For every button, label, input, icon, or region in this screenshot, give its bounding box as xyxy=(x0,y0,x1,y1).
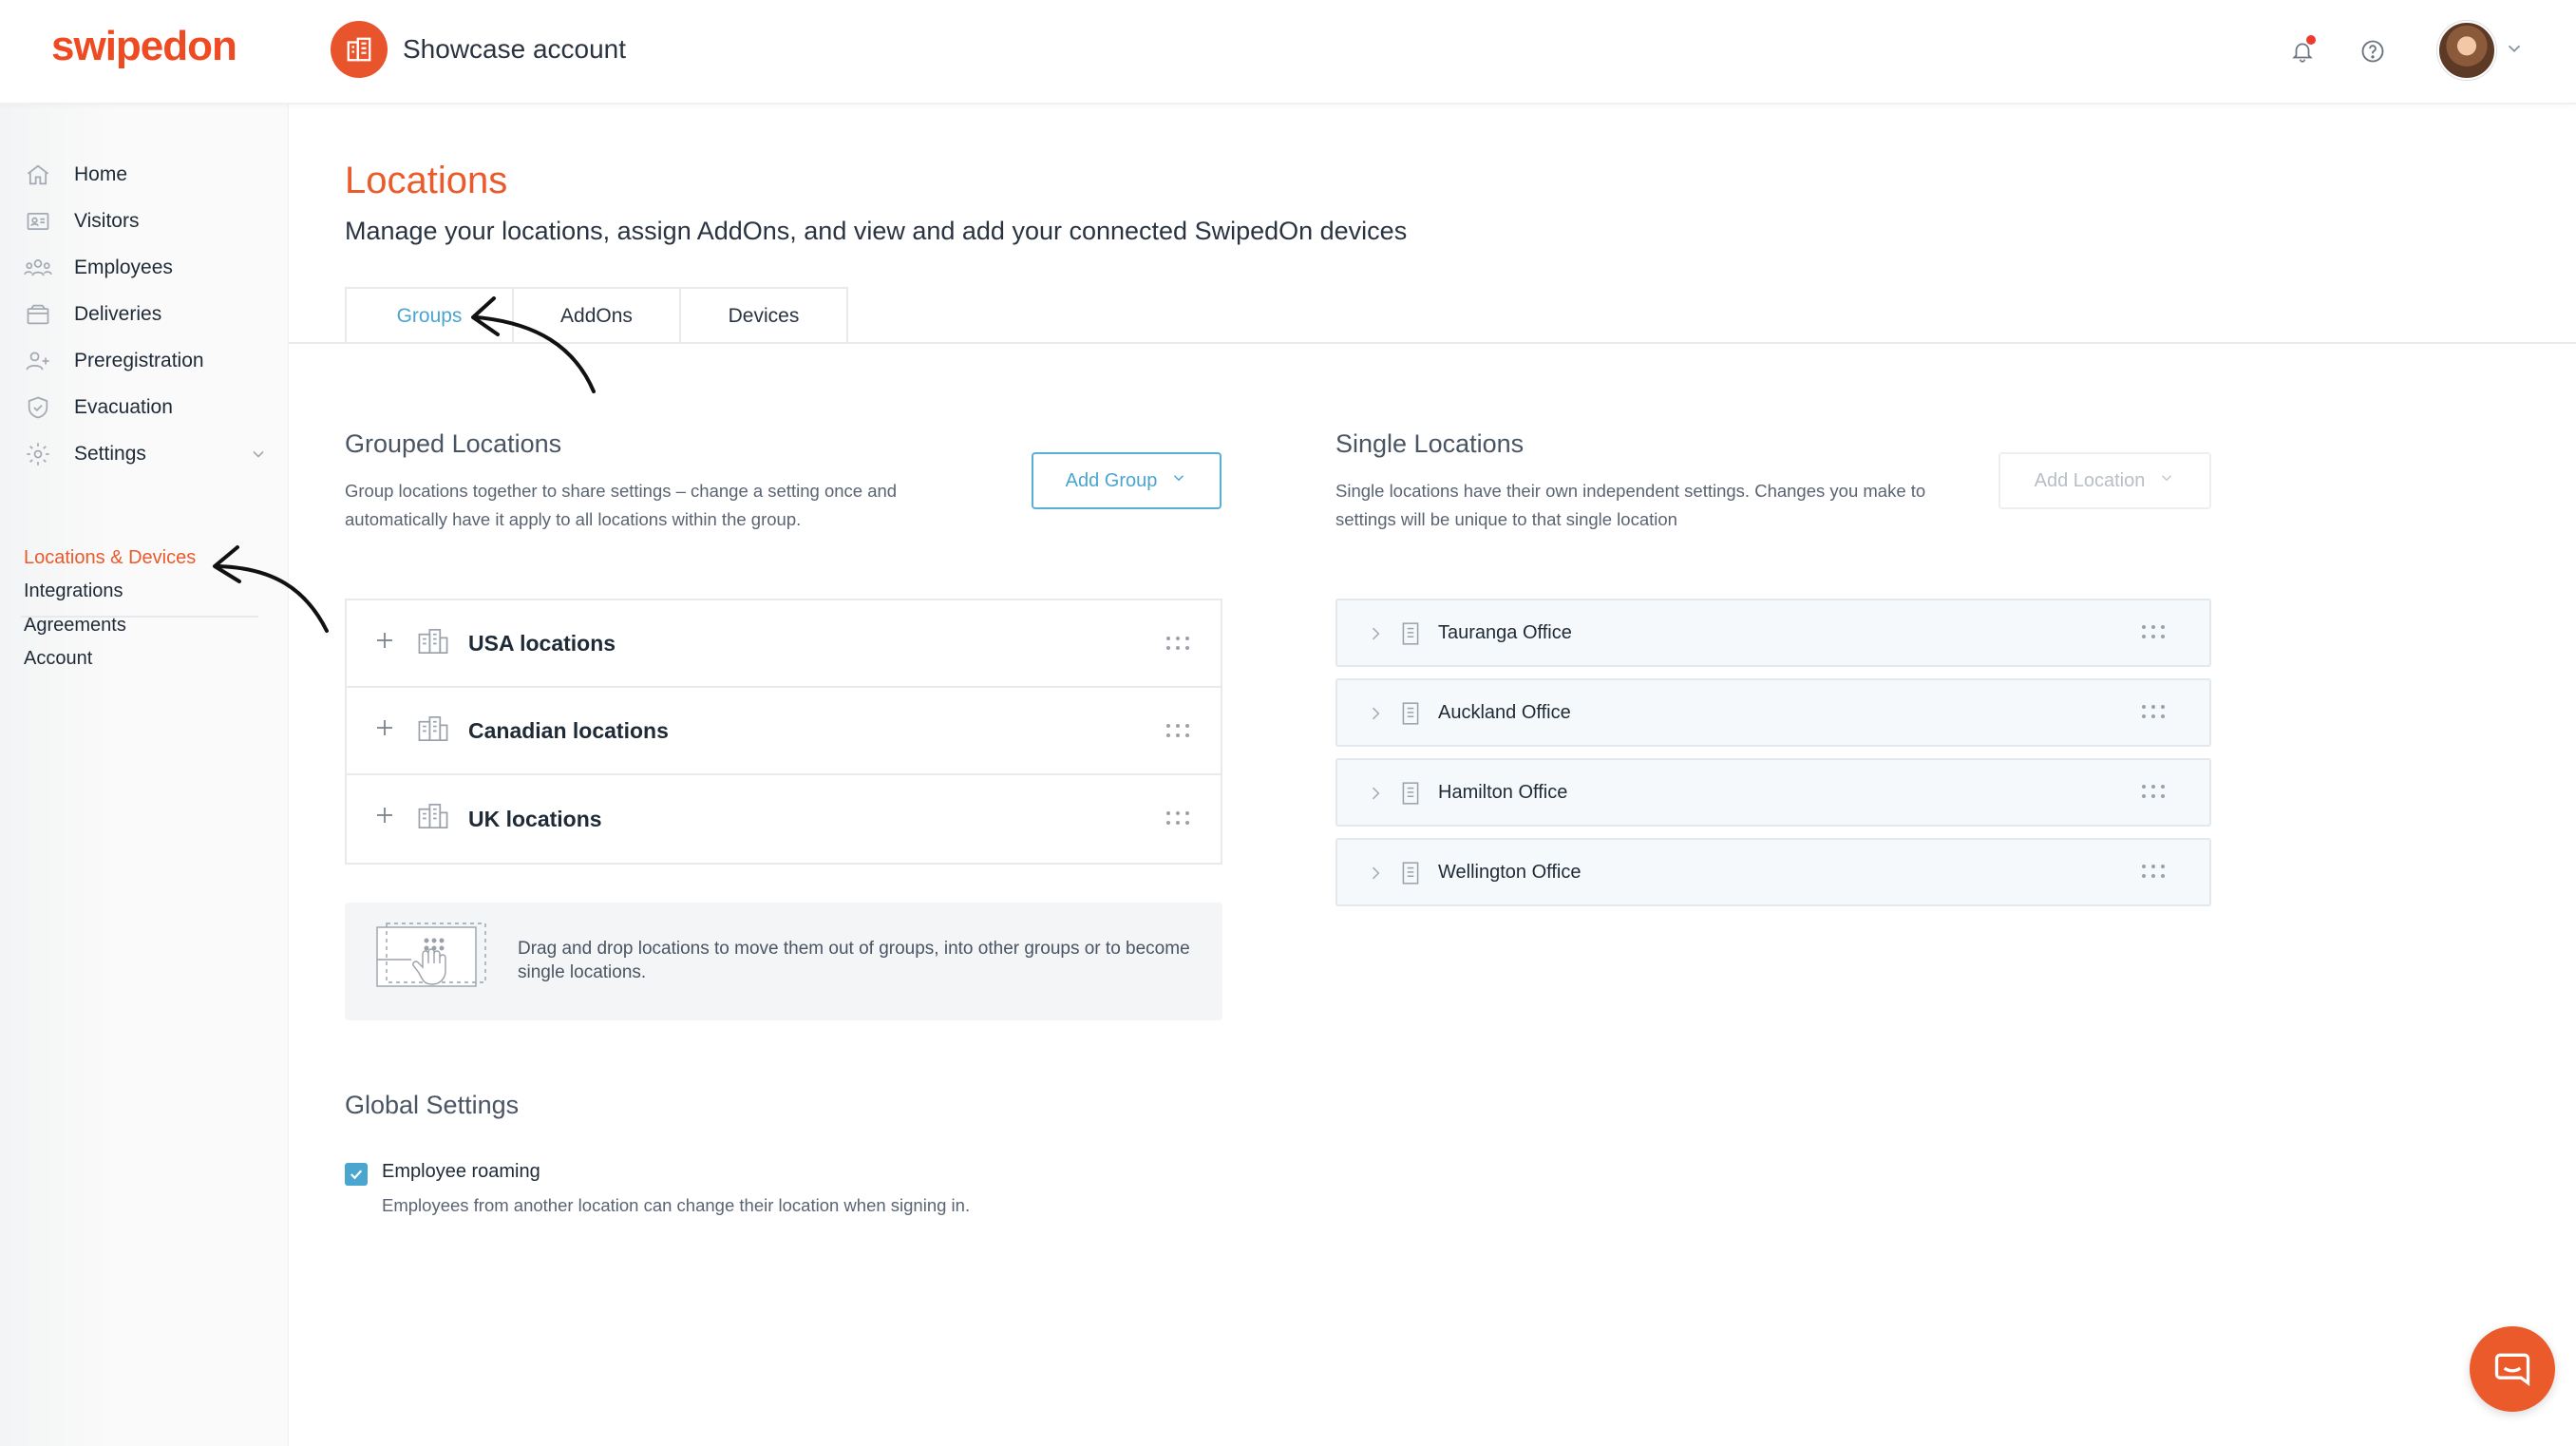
sidebar-item-label: Preregistration xyxy=(74,350,204,371)
page-subtitle: Manage your locations, assign AddOns, an… xyxy=(345,217,1408,245)
sidebar-item-employees[interactable]: Employees xyxy=(21,249,268,287)
employee-roaming-description: Employees from another location can chan… xyxy=(382,1195,971,1215)
tab-devices[interactable]: Devices xyxy=(679,287,848,344)
global-settings-title: Global Settings xyxy=(345,1091,520,1119)
group-name: USA locations xyxy=(468,630,616,656)
user-avatar[interactable] xyxy=(2437,21,2496,80)
chevron-right-icon[interactable] xyxy=(1366,703,1385,729)
single-location-row[interactable]: Wellington Office xyxy=(1335,838,2211,906)
building-icon xyxy=(1400,861,1421,890)
sidebar-item-visitors[interactable]: Visitors xyxy=(21,202,268,240)
add-location-button[interactable]: Add Location xyxy=(1998,452,2211,509)
sidebar-item-settings[interactable]: Settings xyxy=(21,435,268,473)
sidebar-link-account[interactable]: Account xyxy=(24,648,92,670)
chevron-right-icon[interactable] xyxy=(1366,863,1385,888)
sidebar-item-label: Employees xyxy=(74,257,173,278)
drag-handle-icon[interactable] xyxy=(2141,863,2166,885)
employee-roaming-checkbox[interactable] xyxy=(345,1163,368,1186)
notification-dot xyxy=(2306,35,2316,45)
tab-addons[interactable]: AddOns xyxy=(512,287,681,344)
chevron-right-icon[interactable] xyxy=(1366,783,1385,809)
sidebar-item-evacuation[interactable]: Evacuation xyxy=(21,389,268,427)
chevron-down-icon xyxy=(1170,469,1187,492)
sidebar: Home Visitors Employees Deliveries Prere… xyxy=(0,105,289,1446)
account-name[interactable]: Showcase account xyxy=(403,34,626,65)
group-row-usa[interactable]: USA locations xyxy=(347,600,1221,688)
people-icon xyxy=(21,251,55,285)
sidebar-item-label: Deliveries xyxy=(74,303,162,325)
sidebar-item-label: Settings xyxy=(74,443,146,465)
drag-handle-icon[interactable] xyxy=(1165,722,1190,744)
bell-icon[interactable] xyxy=(2283,32,2321,70)
single-locations-title: Single Locations xyxy=(1335,429,1525,458)
buildings-icon xyxy=(417,802,449,835)
page-title: Locations xyxy=(345,160,508,201)
sidebar-item-preregistration[interactable]: Preregistration xyxy=(21,342,268,380)
group-name: UK locations xyxy=(468,806,602,831)
building-icon xyxy=(1400,701,1421,731)
group-row-canadian[interactable]: Canadian locations xyxy=(347,688,1221,775)
expand-plus-icon[interactable] xyxy=(373,629,396,652)
grouped-locations-description: Group locations together to share settin… xyxy=(345,481,898,529)
drag-handle-icon[interactable] xyxy=(2141,703,2166,725)
sidebar-item-label: Home xyxy=(74,163,128,185)
add-group-label: Add Group xyxy=(1065,469,1158,491)
expand-plus-icon[interactable] xyxy=(373,804,396,827)
sidebar-link-agreements[interactable]: Agreements xyxy=(24,615,126,637)
chevron-down-icon xyxy=(2158,469,2175,492)
single-location-row[interactable]: Auckland Office xyxy=(1335,678,2211,747)
sidebar-link-integrations[interactable]: Integrations xyxy=(24,580,123,602)
drag-drop-hint: Drag and drop locations to move them out… xyxy=(345,903,1222,1020)
gear-icon xyxy=(21,437,55,471)
location-name: Tauranga Office xyxy=(1438,622,1572,643)
tab-bar: Groups AddOns Devices xyxy=(345,287,848,344)
grouped-locations-title: Grouped Locations xyxy=(345,429,562,458)
drag-hand-illustration-icon xyxy=(373,922,487,1006)
tab-underline xyxy=(289,342,2576,344)
single-location-row[interactable]: Tauranga Office xyxy=(1335,599,2211,667)
chevron-down-icon[interactable] xyxy=(2504,38,2525,64)
home-icon xyxy=(21,158,55,192)
package-icon xyxy=(21,297,55,332)
drag-drop-hint-text: Drag and drop locations to move them out… xyxy=(518,939,1190,982)
employee-roaming-label[interactable]: Employee roaming xyxy=(382,1161,540,1183)
drag-handle-icon[interactable] xyxy=(2141,623,2166,645)
sidebar-item-label: Visitors xyxy=(74,210,140,232)
building-icon xyxy=(1400,621,1421,651)
chat-launcher-button[interactable] xyxy=(2470,1326,2555,1412)
top-header: swipedon Showcase account xyxy=(0,0,2576,105)
group-name: Canadian locations xyxy=(468,717,669,743)
building-icon[interactable] xyxy=(331,21,388,78)
add-group-button[interactable]: Add Group xyxy=(1032,452,1222,509)
location-name: Wellington Office xyxy=(1438,862,1582,883)
user-plus-icon xyxy=(21,344,55,378)
drag-handle-icon[interactable] xyxy=(1165,809,1190,831)
drag-handle-icon[interactable] xyxy=(1165,635,1190,656)
buildings-icon xyxy=(417,627,449,660)
sidebar-item-deliveries[interactable]: Deliveries xyxy=(21,295,268,333)
location-name: Auckland Office xyxy=(1438,702,1571,723)
building-icon xyxy=(1400,781,1421,810)
shield-icon xyxy=(21,390,55,425)
buildings-icon xyxy=(417,714,449,748)
single-locations-description: Single locations have their own independ… xyxy=(1335,481,1926,529)
sidebar-link-locations-devices[interactable]: Locations & Devices xyxy=(24,547,196,569)
single-location-row[interactable]: Hamilton Office xyxy=(1335,758,2211,827)
drag-handle-icon[interactable] xyxy=(2141,783,2166,805)
chevron-right-icon[interactable] xyxy=(1366,623,1385,649)
sidebar-item-home[interactable]: Home xyxy=(21,156,268,194)
tab-groups[interactable]: Groups xyxy=(345,287,514,344)
location-name: Hamilton Office xyxy=(1438,782,1568,803)
chevron-down-icon[interactable] xyxy=(249,445,268,468)
swipedon-logo[interactable]: swipedon xyxy=(51,23,237,70)
sidebar-item-label: Evacuation xyxy=(74,396,173,418)
add-location-label: Add Location xyxy=(2034,469,2146,491)
chat-icon xyxy=(2494,1353,2530,1386)
visitor-card-icon xyxy=(21,204,55,238)
help-circle-icon[interactable] xyxy=(2354,32,2392,70)
grouped-locations-list: USA locations Canadian locations UK loca… xyxy=(345,599,1222,865)
expand-plus-icon[interactable] xyxy=(373,716,396,739)
group-row-uk[interactable]: UK locations xyxy=(347,775,1221,863)
